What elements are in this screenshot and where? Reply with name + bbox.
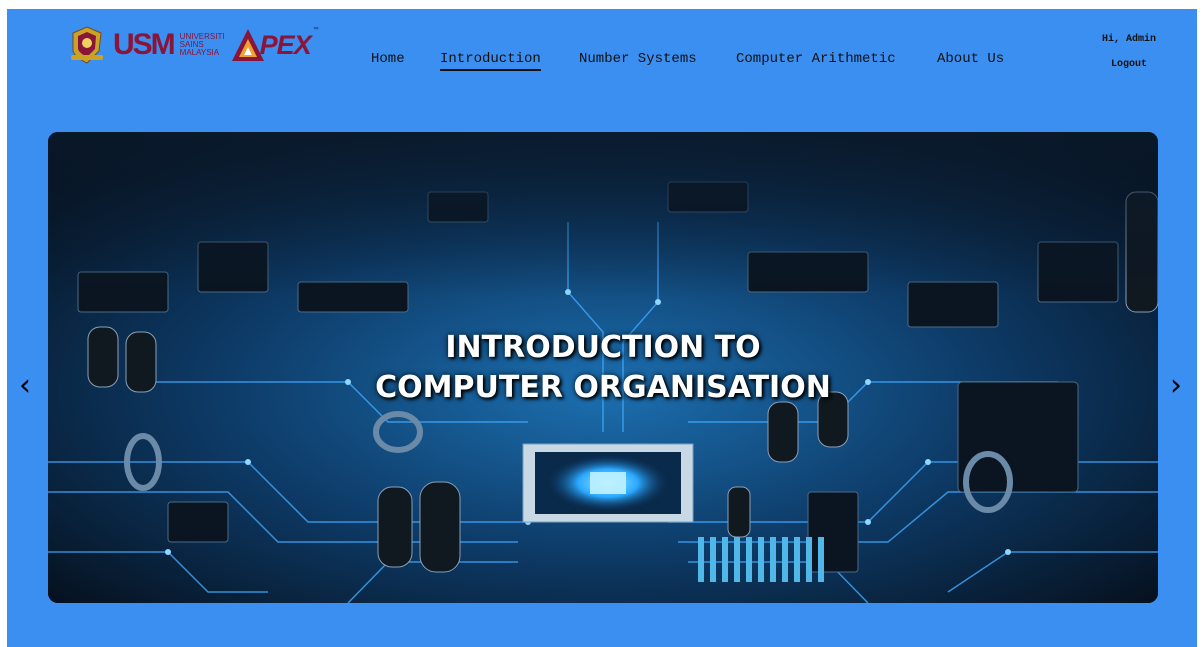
hero-carousel[interactable]: INTRODUCTION TO COMPUTER ORGANISATION xyxy=(48,132,1158,603)
apex-trademark: ™ xyxy=(312,27,319,33)
user-menu: Hi, Admin Logout xyxy=(1091,33,1167,72)
nav-introduction[interactable]: Introduction xyxy=(440,51,541,71)
page-container: USM UNIVERSITI SAINS MALAYSIA PEX ™ Home… xyxy=(7,9,1197,647)
header-logos[interactable]: USM UNIVERSITI SAINS MALAYSIA PEX ™ xyxy=(69,23,319,67)
carousel-prev-icon[interactable]: ‹ xyxy=(19,371,31,401)
user-greeting: Hi, Admin xyxy=(1101,34,1156,45)
nav-home[interactable]: Home xyxy=(371,51,405,67)
nav-computer-arithmetic[interactable]: Computer Arithmetic xyxy=(736,51,896,67)
apex-logo-word: PEX xyxy=(259,29,312,60)
apex-logo: PEX ™ xyxy=(230,27,319,63)
slide-caption: INTRODUCTION TO COMPUTER ORGANISATION xyxy=(48,328,1158,408)
usm-logo-word: USM xyxy=(113,28,176,61)
nav-number-systems[interactable]: Number Systems xyxy=(579,51,697,67)
usm-logo-subtitle: UNIVERSITI SAINS MALAYSIA xyxy=(179,33,225,57)
usm-crest-icon xyxy=(69,25,105,65)
carousel-next-icon[interactable]: › xyxy=(1170,371,1182,401)
slide-caption-line: INTRODUCTION TO xyxy=(445,330,761,365)
slide-caption-line: COMPUTER ORGANISATION xyxy=(375,370,831,405)
nav-about-us[interactable]: About Us xyxy=(937,51,1004,67)
logout-link[interactable]: Logout xyxy=(1091,58,1167,72)
usm-sub-line: MALAYSIA xyxy=(179,48,220,57)
